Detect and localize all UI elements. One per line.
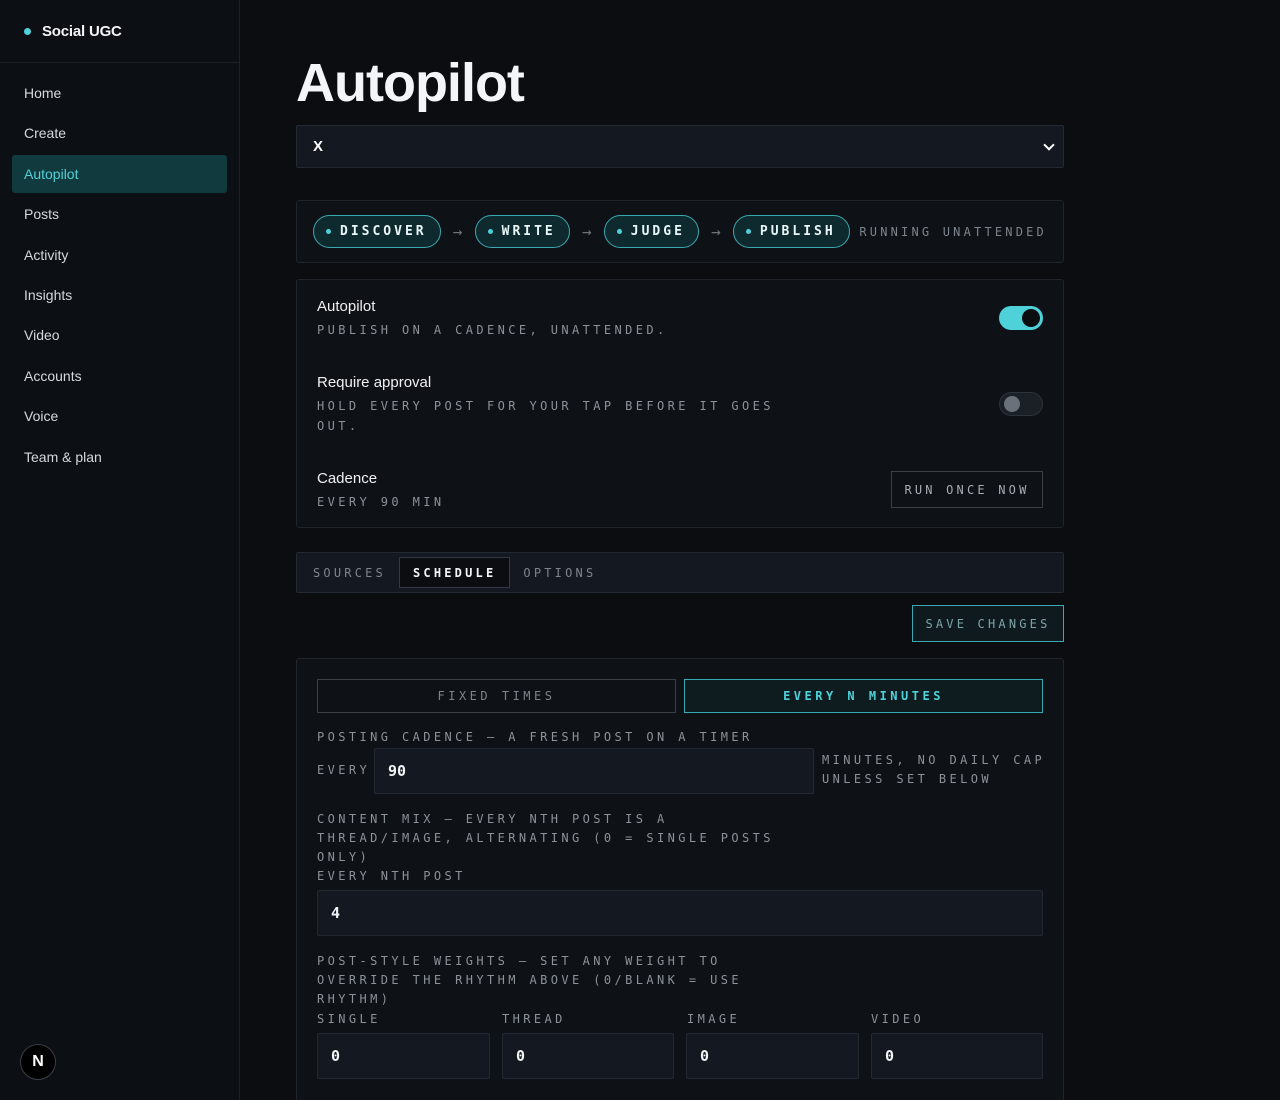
avatar[interactable]: N bbox=[20, 1044, 56, 1080]
minutes-suffix-line: MINUTES, NO DAILY CAP bbox=[822, 753, 1046, 767]
status-dot-icon bbox=[616, 229, 622, 234]
autopilot-subtitle: PUBLISH ON A CADENCE, UNATTENDED. bbox=[317, 323, 668, 337]
pipeline-step-label: PUBLISH bbox=[759, 224, 836, 239]
sidebar-item-voice[interactable]: Voice bbox=[12, 397, 227, 435]
brand[interactable]: Social UGC bbox=[0, 0, 239, 63]
sidebar-item-activity[interactable]: Activity bbox=[12, 236, 227, 274]
weights-label-line: POST-STYLE WEIGHTS — SET ANY WEIGHT TO bbox=[317, 954, 721, 968]
nth-post-input[interactable]: 4 bbox=[317, 890, 1043, 936]
approval-title: Require approval bbox=[317, 374, 432, 391]
content-mix-line: CONTENT MIX — EVERY NTH POST IS A bbox=[317, 812, 668, 826]
save-changes-button[interactable]: SAVE CHANGES bbox=[912, 605, 1064, 642]
platform-select[interactable]: X bbox=[296, 125, 1064, 168]
content-mix-label: CONTENT MIX — EVERY NTH POST IS A THREAD… bbox=[317, 810, 774, 886]
autopilot-toggle[interactable] bbox=[999, 306, 1043, 330]
autopilot-title: Autopilot bbox=[317, 298, 376, 315]
sidebar-item-insights[interactable]: Insights bbox=[12, 276, 227, 314]
status-dot-icon bbox=[326, 229, 331, 234]
pipeline-step-publish: PUBLISH bbox=[732, 215, 850, 248]
sidebar-item-create[interactable]: Create bbox=[12, 114, 227, 152]
status-dot-icon bbox=[487, 229, 493, 234]
sidebar-item-posts[interactable]: Posts bbox=[12, 195, 227, 233]
sidebar-item-accounts[interactable]: Accounts bbox=[12, 357, 227, 395]
minutes-suffix-line: UNLESS SET BELOW bbox=[822, 772, 992, 786]
mode-fixed-times-button[interactable]: FIXED TIMES bbox=[317, 679, 676, 713]
weights-label-line: RHYTHM) bbox=[317, 992, 392, 1006]
weight-image-input[interactable]: 0 bbox=[686, 1033, 859, 1079]
every-prefix-label: EVERY bbox=[317, 763, 371, 777]
weight-single-input[interactable]: 0 bbox=[317, 1033, 490, 1079]
weight-single-label: SINGLE bbox=[317, 1012, 381, 1026]
approval-subtitle: HOLD EVERY POST FOR YOUR TAP BEFORE IT G… bbox=[317, 396, 1043, 436]
pipeline-step-judge: JUDGE bbox=[603, 215, 699, 248]
approval-subtitle-line: OUT. bbox=[317, 419, 360, 433]
post-style-weights-label: POST-STYLE WEIGHTS — SET ANY WEIGHT TO O… bbox=[317, 952, 742, 1009]
minutes-suffix-label: MINUTES, NO DAILY CAP UNLESS SET BELOW bbox=[822, 751, 1045, 789]
content-mix-line: THREAD/IMAGE, ALTERNATING (0 = SINGLE PO… bbox=[317, 831, 774, 845]
sidebar-item-autopilot[interactable]: Autopilot bbox=[12, 154, 227, 193]
sidebar: Social UGC Home Create Autopilot Posts A… bbox=[0, 0, 240, 1100]
platform-select-value: X bbox=[313, 138, 324, 155]
posting-cadence-label: POSTING CADENCE — A FRESH POST ON A TIME… bbox=[317, 730, 753, 744]
chevron-down-icon bbox=[1043, 138, 1055, 151]
pipeline-step-label: JUDGE bbox=[630, 224, 685, 239]
tab-sources[interactable]: SOURCES bbox=[300, 557, 399, 588]
schedule-card: FIXED TIMES EVERY N MINUTES POSTING CADE… bbox=[296, 658, 1064, 1100]
minutes-input[interactable]: 90 bbox=[374, 748, 814, 794]
toggle-knob bbox=[1004, 396, 1020, 412]
cadence-row: Cadence EVERY 90 MIN RUN ONCE NOW bbox=[317, 470, 1043, 512]
tab-schedule[interactable]: SCHEDULE bbox=[398, 557, 511, 588]
sidebar-item-home[interactable]: Home bbox=[12, 74, 227, 112]
settings-card: Autopilot PUBLISH ON A CADENCE, UNATTEND… bbox=[296, 279, 1064, 528]
arrow-right-icon: → bbox=[711, 222, 721, 241]
pipeline-card: DISCOVER → WRITE → JUDGE → PUBLISH RUNNI… bbox=[296, 200, 1064, 263]
arrow-right-icon: → bbox=[581, 222, 592, 241]
approval-toggle[interactable] bbox=[999, 392, 1043, 416]
settings-tabs: SOURCES SCHEDULE OPTIONS bbox=[296, 552, 1064, 593]
pipeline-status: RUNNING UNATTENDED bbox=[859, 224, 1047, 239]
autopilot-row: Autopilot PUBLISH ON A CADENCE, UNATTEND… bbox=[317, 298, 1043, 340]
pipeline-step-label: DISCOVER bbox=[340, 224, 427, 239]
weight-video-input[interactable]: 0 bbox=[871, 1033, 1043, 1079]
approval-subtitle-line: HOLD EVERY POST FOR YOUR TAP BEFORE IT G… bbox=[317, 399, 774, 413]
weight-thread-input[interactable]: 0 bbox=[502, 1033, 674, 1079]
tab-options[interactable]: OPTIONS bbox=[510, 557, 609, 588]
arrow-right-icon: → bbox=[452, 222, 463, 241]
sidebar-item-video[interactable]: Video bbox=[12, 316, 227, 354]
status-dot-icon bbox=[745, 229, 751, 234]
nth-post-field-label: EVERY NTH POST bbox=[317, 869, 466, 883]
brand-name: Social UGC bbox=[42, 22, 122, 40]
weights-label-line: OVERRIDE THE RHYTHM ABOVE (0/BLANK = USE bbox=[317, 973, 742, 987]
pipeline-step-discover: DISCOVER bbox=[313, 215, 441, 248]
sidebar-item-team-plan[interactable]: Team & plan bbox=[12, 438, 227, 476]
weight-image-label: IMAGE bbox=[687, 1012, 741, 1026]
toggle-knob bbox=[1022, 309, 1040, 327]
page-title: Autopilot bbox=[296, 53, 525, 113]
mode-every-n-minutes-button[interactable]: EVERY N MINUTES bbox=[684, 679, 1043, 713]
approval-row: Require approval HOLD EVERY POST FOR YOU… bbox=[317, 374, 1043, 436]
weight-video-label: VIDEO bbox=[871, 1012, 925, 1026]
weight-thread-label: THREAD bbox=[502, 1012, 566, 1026]
brand-dot-icon bbox=[24, 27, 31, 35]
pipeline-step-label: WRITE bbox=[501, 224, 556, 239]
run-once-now-button[interactable]: RUN ONCE NOW bbox=[891, 471, 1043, 508]
pipeline-step-write: WRITE bbox=[474, 215, 570, 248]
sidebar-nav: Home Create Autopilot Posts Activity Ins… bbox=[12, 74, 227, 478]
content-mix-line: ONLY) bbox=[317, 850, 371, 864]
